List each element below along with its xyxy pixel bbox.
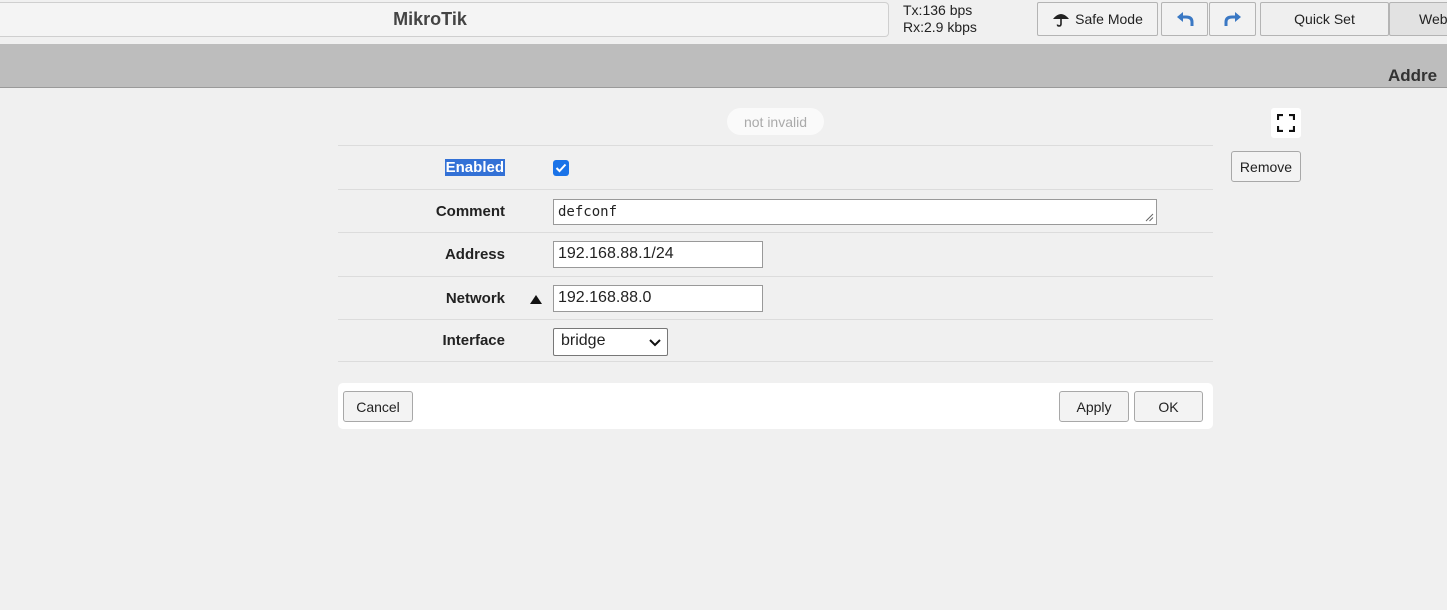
quick-set-button[interactable]: Quick Set [1260,2,1389,36]
top-toolbar: MikroTik Tx:136 bps Rx:2.9 kbps Safe Mod… [0,0,1447,44]
traffic-stats: Tx:136 bps Rx:2.9 kbps [903,2,977,36]
tx-rate: Tx:136 bps [903,2,973,18]
brand-bar: MikroTik [0,2,889,37]
rx-rate: Rx:2.9 kbps [903,19,977,35]
comment-textarea[interactable]: defconf [553,199,1157,225]
safe-mode-label: Safe Mode [1075,11,1143,27]
cancel-label: Cancel [356,398,400,415]
enabled-label: Enabled [444,159,505,176]
expand-icon [1277,114,1295,132]
form-actions: Cancel Apply OK [338,383,1213,429]
network-label: Network [445,289,505,307]
remove-button[interactable]: Remove [1231,151,1301,182]
undo-button[interactable] [1161,2,1208,36]
redo-icon [1224,12,1241,26]
comment-label: Comment [435,202,505,220]
ok-label: OK [1158,398,1179,415]
enabled-checkbox[interactable] [553,160,569,176]
address-input[interactable]: 192.168.88.1/24 [553,241,763,268]
fullscreen-button[interactable] [1271,108,1301,138]
interface-value: bridge [561,332,606,349]
address-row: Address 192.168.88.1/24 [338,232,1213,275]
title-band: Addre [0,44,1447,88]
brand-name: MikroTik [393,9,467,29]
webfig-label: Web [1419,11,1447,27]
cancel-button[interactable]: Cancel [343,391,413,422]
ok-button[interactable]: OK [1134,391,1203,422]
network-row: Network 192.168.88.0 [338,276,1213,319]
interface-label: Interface [442,332,505,349]
interface-select[interactable]: bridge [553,328,668,356]
apply-button[interactable]: Apply [1059,391,1129,422]
comment-row: Comment defconf [338,189,1213,232]
page-title: Addre [1388,66,1438,85]
safe-mode-button[interactable]: Safe Mode [1037,2,1158,36]
comment-value: defconf [558,204,618,220]
interface-row: Interface bridge [338,319,1213,362]
umbrella-icon [1053,14,1070,27]
remove-label: Remove [1239,158,1293,175]
redo-button[interactable] [1209,2,1256,36]
enabled-row: Enabled [338,145,1213,188]
network-input[interactable]: 192.168.88.0 [553,285,763,312]
undo-icon [1176,12,1193,26]
address-label: Address [444,245,505,263]
resize-grip-icon[interactable] [1145,213,1154,222]
chevron-down-icon [649,339,661,347]
status-badge: not invalid [727,108,824,135]
apply-label: Apply [1076,398,1112,415]
webfig-button[interactable]: Web [1389,2,1447,36]
quick-set-label: Quick Set [1294,11,1355,27]
checkmark-icon [555,163,567,173]
sort-ascending-icon[interactable] [530,295,542,304]
